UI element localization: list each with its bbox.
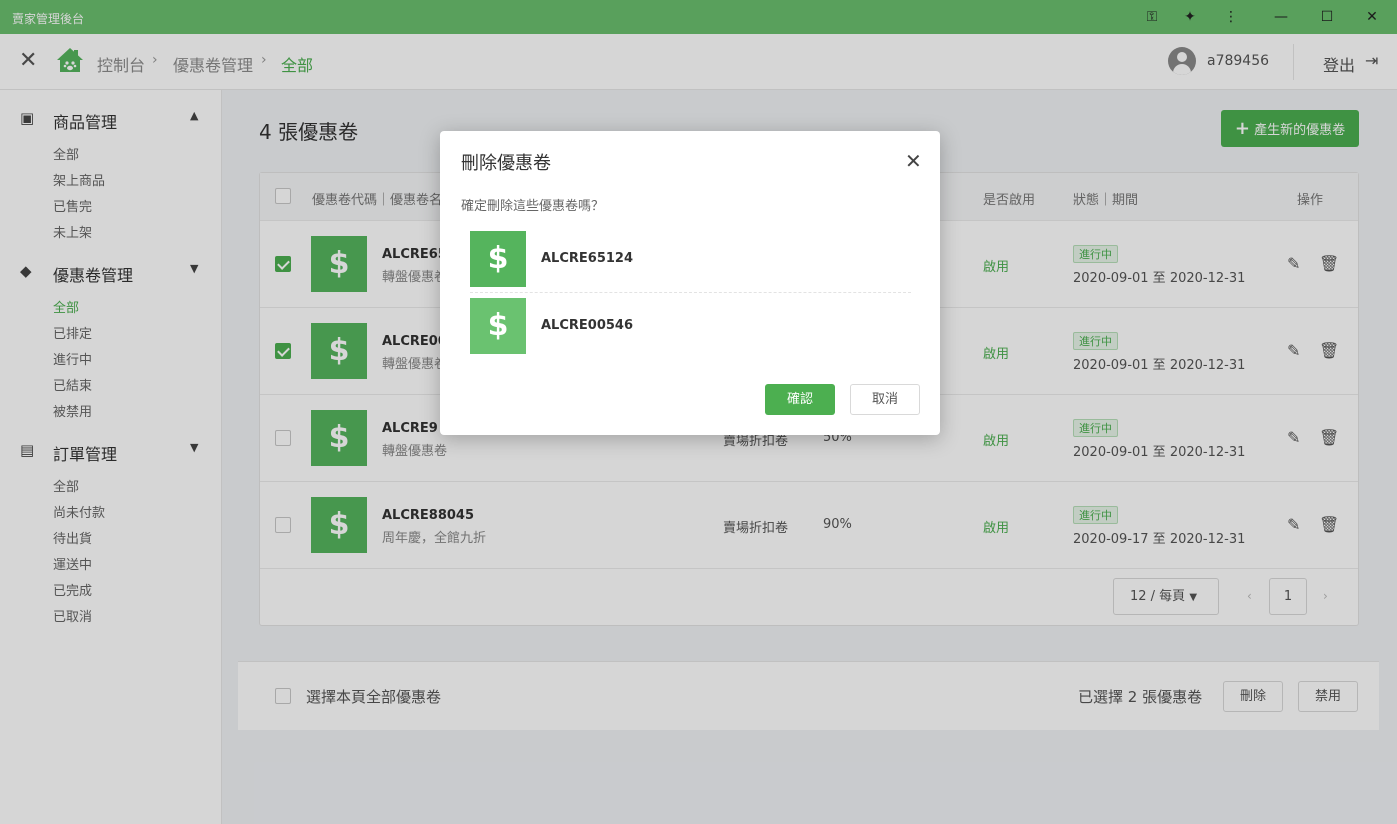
coupon-code: ALCRE65124 [541,251,634,266]
divider [470,292,911,293]
cancel-button[interactable]: 取消 [850,384,920,415]
dollar-icon: $ [470,231,526,287]
close-icon[interactable]: ✕ [905,149,922,173]
confirm-button[interactable]: 確認 [765,384,835,415]
list-item: $ ALCRE00546 [470,298,911,355]
dialog-title: 刪除優惠卷 [461,153,551,174]
dialog-message: 確定刪除這些優惠卷嗎？ [461,199,605,214]
list-item: $ ALCRE65124 [470,231,911,288]
coupon-code: ALCRE00546 [541,318,634,333]
dollar-icon: $ [470,298,526,354]
delete-coupon-dialog: 刪除優惠卷 ✕ 確定刪除這些優惠卷嗎？ $ ALCRE65124 $ ALCRE… [440,131,940,435]
